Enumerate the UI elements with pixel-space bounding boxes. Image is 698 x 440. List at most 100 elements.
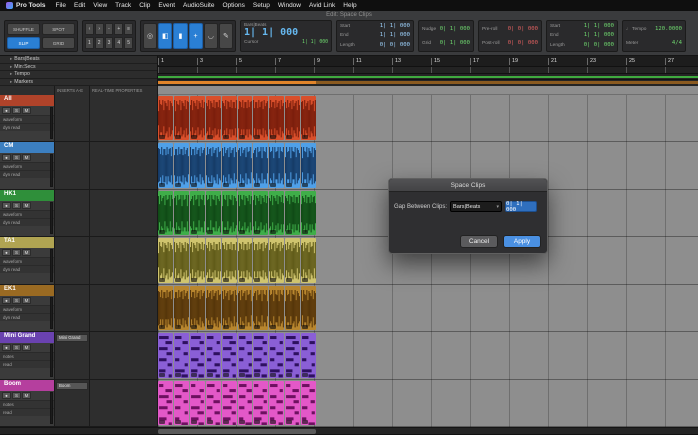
track-view-selector[interactable]: waveform (0, 115, 54, 123)
track-solo-button[interactable]: S (12, 154, 21, 161)
clip[interactable] (222, 286, 237, 330)
menu-track[interactable]: Track (111, 2, 135, 9)
main-counter-panel[interactable]: Bars|Beats 1| 1| 000 Cursor 1| 1| 000 (240, 20, 332, 52)
clip[interactable] (174, 333, 189, 377)
clip[interactable] (253, 381, 268, 425)
track-view-selector[interactable]: waveform (0, 162, 54, 170)
menu-options[interactable]: Options (218, 2, 248, 9)
clip[interactable] (222, 381, 237, 425)
menu-help[interactable]: Help (339, 2, 360, 9)
tempo-value[interactable]: 120.0000 (655, 26, 682, 33)
clip[interactable] (269, 96, 284, 140)
clip[interactable] (158, 238, 173, 282)
track-rtp-cell[interactable] (90, 380, 158, 427)
track-automation-mode[interactable]: dyn read (0, 313, 54, 321)
zoom-toggle-icon[interactable]: ≡ (124, 23, 133, 35)
zoom-preset-4[interactable]: 4 (114, 37, 123, 49)
track-solo-button[interactable]: S (12, 297, 21, 304)
clip[interactable] (206, 143, 221, 187)
timeline-rulers[interactable]: 13579111315171921232527 (158, 56, 698, 86)
clip[interactable] (206, 238, 221, 282)
track-playlist[interactable] (158, 285, 698, 332)
clip[interactable] (158, 381, 173, 425)
clip[interactable] (285, 286, 300, 330)
clip[interactable] (222, 143, 237, 187)
clip[interactable] (174, 96, 189, 140)
clip[interactable] (206, 381, 221, 425)
clip[interactable] (206, 191, 221, 235)
app-logo[interactable]: Pro Tools (6, 2, 46, 9)
clip[interactable] (190, 191, 205, 235)
track-record-button[interactable]: ● (2, 202, 11, 209)
clip[interactable] (190, 238, 205, 282)
track-inserts-cell[interactable] (55, 237, 90, 284)
clip[interactable] (253, 96, 268, 140)
track-mute-button[interactable]: M (22, 202, 31, 209)
clip[interactable] (301, 96, 316, 140)
clip[interactable] (253, 286, 268, 330)
clip[interactable] (174, 286, 189, 330)
zoom-preset-1[interactable]: 1 (85, 37, 94, 49)
clip[interactable] (190, 381, 205, 425)
clip[interactable] (238, 286, 253, 330)
ruler-label-markers[interactable]: ▸Markers (0, 79, 157, 87)
track-rtp-cell[interactable] (90, 332, 158, 379)
selection-end-value[interactable]: 1| 1| 000 (380, 32, 410, 39)
gap-value-field[interactable]: 0| 1| 000 (505, 201, 537, 212)
track-inserts-cell[interactable] (55, 285, 90, 332)
clip[interactable] (158, 333, 173, 377)
track-record-button[interactable]: ● (2, 392, 11, 399)
track-mute-button[interactable]: M (22, 297, 31, 304)
track-inserts-cell[interactable] (55, 142, 90, 189)
selection-start-value[interactable]: 1| 1| 000 (380, 23, 410, 30)
menu-event[interactable]: Event (154, 2, 179, 9)
track-rtp-cell[interactable] (90, 142, 158, 189)
track-name[interactable]: HK1 (0, 190, 54, 201)
clip[interactable] (285, 333, 300, 377)
pencil-tool[interactable]: ✎ (219, 23, 233, 49)
track-name[interactable]: CM (0, 142, 54, 153)
clip[interactable] (174, 381, 189, 425)
bottom-scrollbar[interactable] (0, 427, 698, 434)
track-mute-button[interactable]: M (22, 154, 31, 161)
clip[interactable] (222, 238, 237, 282)
mode-grid-button[interactable]: GRID (42, 37, 75, 49)
min-secs-ruler[interactable] (158, 67, 698, 74)
clip[interactable] (253, 191, 268, 235)
clip[interactable] (158, 191, 173, 235)
track-solo-button[interactable]: S (12, 344, 21, 351)
track-solo-button[interactable]: S (12, 249, 21, 256)
track-solo-button[interactable]: S (12, 392, 21, 399)
clip[interactable] (269, 381, 284, 425)
track-name[interactable]: EK1 (0, 285, 54, 296)
track-name[interactable]: Mini Grand (0, 332, 54, 343)
meter-value[interactable]: 4/4 (672, 40, 682, 47)
clip[interactable] (253, 333, 268, 377)
menu-setup[interactable]: Setup (249, 2, 274, 9)
apply-button[interactable]: Apply (503, 235, 541, 248)
pre-roll-value[interactable]: 0| 0| 000 (508, 26, 538, 33)
track-name[interactable]: TA1 (0, 237, 54, 248)
transport-length-value[interactable]: 0| 0| 000 (584, 42, 614, 49)
track-mute-button[interactable]: M (22, 249, 31, 256)
clip[interactable] (158, 143, 173, 187)
clip[interactable] (174, 191, 189, 235)
track-view-selector[interactable]: notes (0, 352, 54, 360)
waveform-zoom-out-icon[interactable]: - (105, 23, 114, 35)
mode-spot-button[interactable]: SPOT (42, 23, 75, 35)
clip[interactable] (301, 286, 316, 330)
clip[interactable] (190, 143, 205, 187)
clip[interactable] (285, 191, 300, 235)
menu-avid-link[interactable]: Avid Link (305, 2, 339, 9)
clip[interactable] (301, 191, 316, 235)
clip[interactable] (222, 96, 237, 140)
clip[interactable] (238, 238, 253, 282)
track-rtp-cell[interactable] (90, 285, 158, 332)
clip[interactable] (285, 381, 300, 425)
clip[interactable] (301, 238, 316, 282)
track-rtp-cell[interactable] (90, 237, 158, 284)
track-view-selector[interactable]: waveform (0, 257, 54, 265)
track-mute-button[interactable]: M (22, 344, 31, 351)
clip[interactable] (158, 286, 173, 330)
track-view-selector[interactable]: waveform (0, 305, 54, 313)
